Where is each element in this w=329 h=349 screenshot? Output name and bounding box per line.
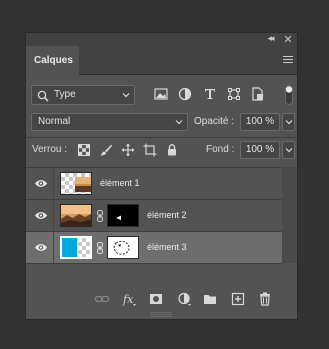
resize-grip[interactable] <box>150 312 172 318</box>
link-mask-icon[interactable] <box>96 210 104 222</box>
eye-icon <box>35 244 47 251</box>
lock-label: Verrou : <box>32 144 68 155</box>
shape-filter-icon[interactable] <box>226 86 242 102</box>
filter-toggle[interactable] <box>285 85 293 105</box>
layer-row[interactable]: élément 3 <box>26 232 282 264</box>
opacity-dropdown[interactable] <box>282 113 295 131</box>
smart-object-filter-icon[interactable] <box>250 86 266 102</box>
blend-mode-value: Normal <box>38 116 71 127</box>
layer-name[interactable]: élément 3 <box>147 232 187 263</box>
fill-label: Fond : <box>206 144 235 155</box>
delete-icon[interactable] <box>257 291 273 307</box>
add-mask-icon[interactable] <box>148 291 164 307</box>
panel-menu-icon[interactable] <box>283 56 293 64</box>
lock-row: Verrou : Fond: 100 % <box>26 141 297 159</box>
fx-icon[interactable]: fx <box>121 291 137 307</box>
fill-field[interactable]: 100 % <box>240 141 280 159</box>
layer-thumbnail[interactable] <box>60 172 92 195</box>
collapse-panel-icon[interactable]: ◂◂ <box>264 33 276 46</box>
mask-image <box>116 215 121 220</box>
panel-titlebar: ◂◂ ✕ <box>26 33 297 46</box>
thumbnail-image <box>61 205 91 226</box>
filter-kind-label: Type <box>54 89 76 100</box>
thumbnail-image <box>62 238 77 257</box>
divider <box>26 137 297 138</box>
tab-bar: Calques <box>26 46 297 75</box>
layers-bottom-toolbar: fx <box>26 288 297 310</box>
new-adjustment-icon[interactable] <box>176 291 192 307</box>
chevron-down-icon <box>175 120 183 125</box>
search-icon <box>37 90 49 102</box>
adjustment-filter-icon[interactable] <box>177 86 193 102</box>
mask-thumbnail[interactable] <box>107 204 139 227</box>
visibility-toggle[interactable] <box>26 168 54 199</box>
layer-thumbnail[interactable] <box>60 236 92 259</box>
fill-dropdown[interactable] <box>282 141 295 159</box>
lock-transparent-pixels-icon[interactable] <box>77 143 91 157</box>
thumbnail-image <box>75 177 91 192</box>
close-panel-icon[interactable]: ✕ <box>282 33 294 46</box>
mask-thumbnail[interactable] <box>107 236 139 259</box>
new-group-icon[interactable] <box>202 291 218 307</box>
layer-list-scrollbar[interactable] <box>282 167 297 263</box>
lock-position-icon[interactable] <box>121 143 135 157</box>
eye-icon <box>35 212 47 219</box>
layer-row[interactable]: élément 1 <box>26 168 282 200</box>
visibility-toggle[interactable] <box>26 232 54 263</box>
layer-thumbnail[interactable] <box>60 204 92 227</box>
visibility-toggle[interactable] <box>26 200 54 231</box>
chevron-down-icon <box>285 120 293 125</box>
layer-name[interactable]: élément 2 <box>147 200 187 231</box>
layers-panel: ◂◂ ✕ Calques Type Normal Opacité: 100 %… <box>25 32 298 320</box>
filter-row: Type <box>26 85 297 105</box>
layer-list: élément 1 élément 2 élément 3 <box>26 167 282 264</box>
lock-all-icon[interactable] <box>165 143 179 157</box>
blend-mode-select[interactable]: Normal <box>31 113 188 131</box>
layer-name[interactable]: élément 1 <box>100 168 140 199</box>
svg-text:fx: fx <box>122 293 134 306</box>
image-filter-icon[interactable] <box>153 86 169 102</box>
chevron-down-icon <box>122 93 130 98</box>
tab-layers[interactable]: Calques <box>26 46 79 75</box>
link-layers-icon[interactable] <box>94 291 110 307</box>
lock-image-pixels-icon[interactable] <box>99 143 113 157</box>
chevron-down-icon <box>285 148 293 153</box>
filter-kind-select[interactable]: Type <box>31 85 135 105</box>
opacity-field[interactable]: 100 % <box>240 113 280 131</box>
mask-image <box>113 240 130 255</box>
opacity-label: Opacité : <box>194 116 235 127</box>
lock-artboard-icon[interactable] <box>143 143 157 157</box>
eye-icon <box>35 180 47 187</box>
type-filter-icon[interactable] <box>202 86 218 102</box>
layer-row[interactable]: élément 2 <box>26 200 282 232</box>
new-layer-icon[interactable] <box>230 291 246 307</box>
blend-row: Normal Opacité : 100 % <box>26 113 297 131</box>
link-mask-icon[interactable] <box>96 242 104 254</box>
